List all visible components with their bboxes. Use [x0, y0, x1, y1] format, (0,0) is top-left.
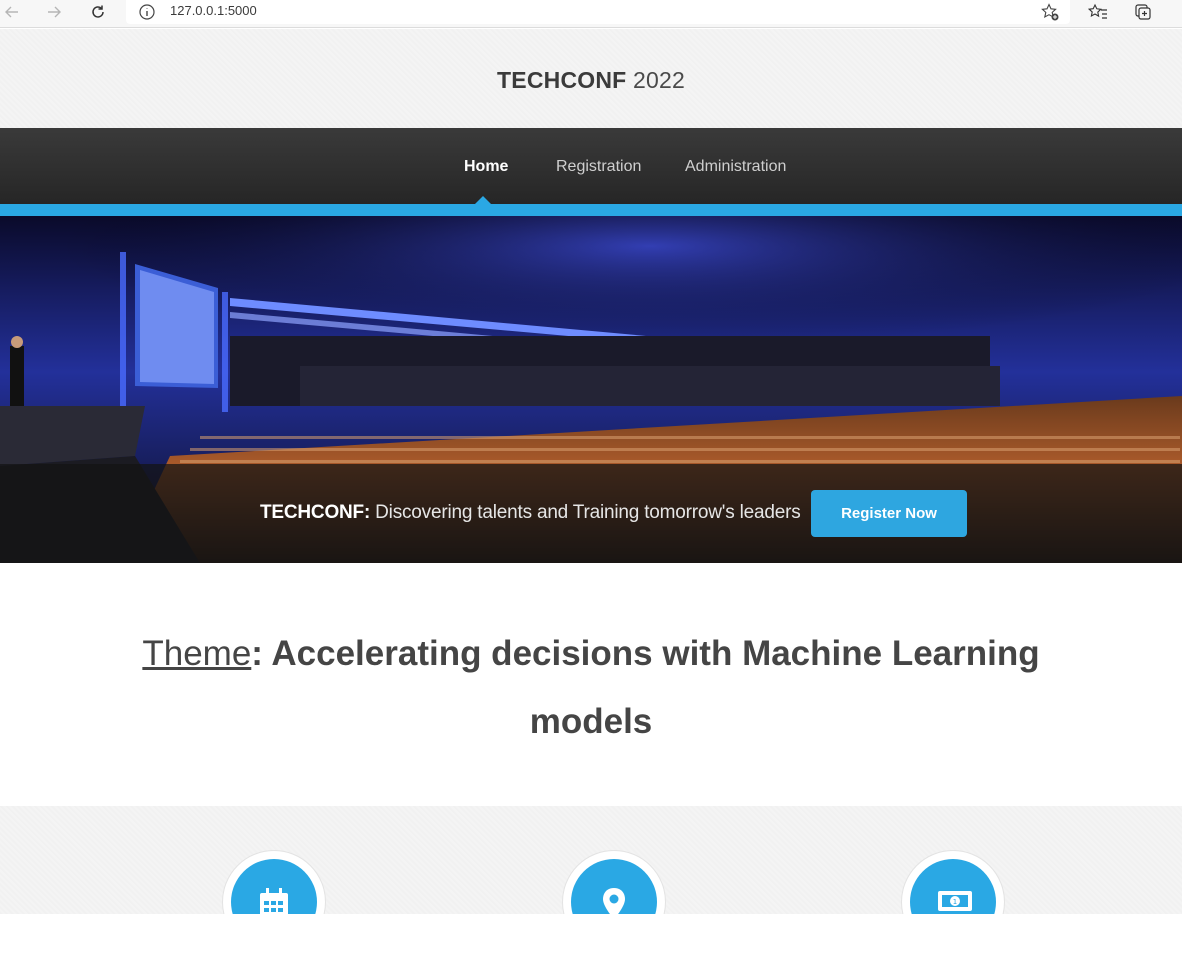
refresh-icon[interactable]: [86, 0, 110, 24]
logo-year: 2022: [626, 67, 685, 93]
collections-icon[interactable]: [1130, 0, 1156, 24]
features-section: 1: [0, 806, 1182, 914]
favorites-icon[interactable]: [1085, 0, 1111, 24]
back-icon[interactable]: [0, 0, 24, 24]
register-now-button[interactable]: Register Now: [811, 490, 967, 537]
hero-brand: TECHCONF:: [260, 502, 371, 523]
add-favorite-icon[interactable]: [1040, 2, 1060, 27]
theme-label: Theme: [142, 634, 252, 673]
main-nav: Home Registration Administration: [0, 128, 1182, 204]
hero-caption-band: TECHCONF: Discovering talents and Traini…: [0, 464, 1182, 563]
svg-text:1: 1: [953, 898, 957, 906]
nav-item-registration[interactable]: Registration: [556, 158, 641, 176]
theme-text-line1: : Accelerating decisions with Machine Le…: [251, 634, 1040, 673]
calendar-icon: [222, 850, 326, 914]
hero-banner: TECHCONF: Discovering talents and Traini…: [0, 216, 1182, 563]
map-pin-icon: [562, 850, 666, 914]
theme-heading: Theme: Accelerating decisions with Machi…: [0, 620, 1182, 688]
site-logo[interactable]: TECHCONF 2022: [0, 67, 1182, 94]
forward-icon[interactable]: [42, 0, 66, 24]
theme-text-line2: models: [529, 702, 653, 741]
hero-tagline-text: Discovering talents and Training tomorro…: [370, 502, 801, 523]
hero-tagline: TECHCONF: Discovering talents and Traini…: [260, 502, 801, 524]
info-icon[interactable]: [138, 3, 156, 26]
page-bottom: [0, 914, 1182, 953]
address-bar[interactable]: 127.0.0.1:5000: [126, 0, 1070, 24]
active-nav-indicator: [475, 196, 491, 204]
logo-brand: TECHCONF: [497, 67, 627, 93]
nav-item-home[interactable]: Home: [464, 158, 508, 176]
theme-heading-line2: models: [0, 688, 1182, 756]
site-header: TECHCONF 2022: [0, 29, 1182, 128]
nav-item-administration[interactable]: Administration: [685, 158, 786, 176]
url-text: 127.0.0.1:5000: [170, 3, 257, 18]
accent-bar: [0, 204, 1182, 216]
money-icon: 1: [901, 850, 1005, 914]
browser-toolbar: 127.0.0.1:5000: [0, 0, 1182, 28]
